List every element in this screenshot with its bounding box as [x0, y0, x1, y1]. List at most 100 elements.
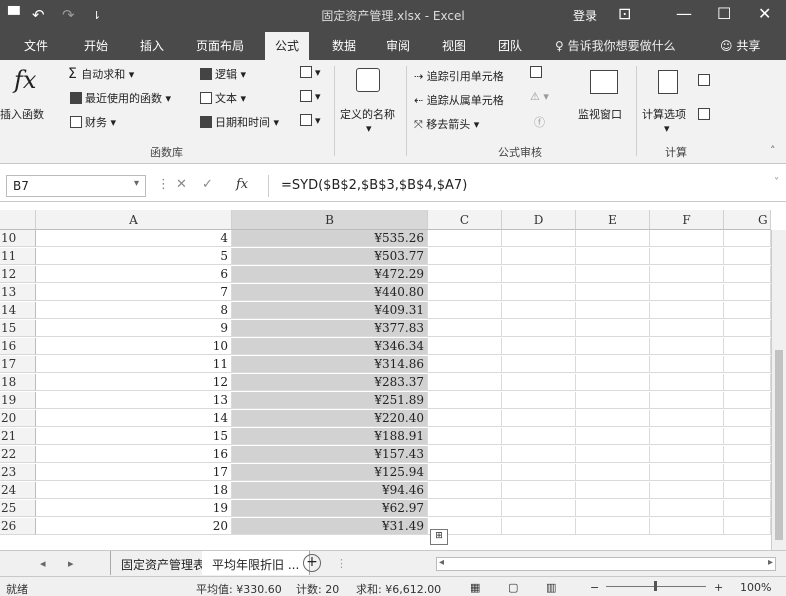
defined-names-button[interactable]: 定义的名称	[340, 106, 395, 122]
page-break-view-icon[interactable]: ▥	[546, 581, 556, 594]
cell[interactable]	[650, 302, 724, 319]
cell[interactable]	[428, 302, 502, 319]
cell[interactable]	[650, 374, 724, 391]
cell[interactable]	[724, 482, 771, 499]
watch-window-button[interactable]: 监视窗口	[578, 106, 622, 122]
cell-a[interactable]: 15	[36, 428, 232, 445]
cell[interactable]	[502, 482, 576, 499]
chevron-down-icon[interactable]: ▾	[134, 178, 139, 189]
cell[interactable]	[724, 320, 771, 337]
add-sheet-icon[interactable]: +	[303, 554, 321, 572]
cell-a[interactable]: 19	[36, 500, 232, 517]
login-link[interactable]: 登录	[573, 7, 597, 24]
cell[interactable]	[502, 518, 576, 535]
share-button[interactable]: ☺ 共享	[720, 37, 760, 54]
tab-insert[interactable]: 插入	[140, 37, 164, 54]
cell[interactable]	[724, 266, 771, 283]
cell[interactable]	[428, 284, 502, 301]
cell-b[interactable]: ¥535.26	[232, 230, 428, 247]
cell[interactable]	[576, 518, 650, 535]
cell-b[interactable]: ¥503.77	[232, 248, 428, 265]
cell[interactable]	[502, 248, 576, 265]
cell[interactable]	[576, 500, 650, 517]
cell-b[interactable]: ¥125.94	[232, 464, 428, 481]
cell[interactable]	[428, 248, 502, 265]
insert-function-button[interactable]: 插入函数	[0, 106, 44, 122]
cell[interactable]	[724, 356, 771, 373]
cell[interactable]	[502, 392, 576, 409]
cell[interactable]	[576, 464, 650, 481]
cell-a[interactable]: 10	[36, 338, 232, 355]
zoom-level[interactable]: 100%	[740, 581, 771, 594]
cell-b[interactable]: ¥409.31	[232, 302, 428, 319]
cell[interactable]	[428, 230, 502, 247]
cell-a[interactable]: 8	[36, 302, 232, 319]
cell[interactable]	[650, 518, 724, 535]
cell[interactable]	[650, 428, 724, 445]
cell[interactable]	[650, 410, 724, 427]
cell-a[interactable]: 5	[36, 248, 232, 265]
cell-a[interactable]: 4	[36, 230, 232, 247]
cell[interactable]	[576, 266, 650, 283]
cell[interactable]	[428, 446, 502, 463]
cell-b[interactable]: ¥377.83	[232, 320, 428, 337]
cell[interactable]	[502, 446, 576, 463]
cell-b[interactable]: ¥283.37	[232, 374, 428, 391]
column-header-a[interactable]: A	[36, 210, 232, 230]
row-header[interactable]: 26	[0, 518, 36, 535]
financial-button[interactable]: 财务 ▾	[70, 114, 116, 130]
next-sheet-icon[interactable]: ▸	[68, 557, 74, 570]
cell[interactable]	[724, 428, 771, 445]
row-header[interactable]: 23	[0, 464, 36, 481]
zoom-slider-thumb[interactable]	[654, 581, 657, 591]
autosum-button[interactable]: Σ 自动求和 ▾	[68, 66, 134, 82]
cell-b[interactable]: ¥31.49	[232, 518, 428, 535]
cell[interactable]	[650, 230, 724, 247]
cell[interactable]	[428, 266, 502, 283]
cell[interactable]	[502, 266, 576, 283]
tab-team[interactable]: 团队	[498, 37, 522, 54]
row-header[interactable]: 19	[0, 392, 36, 409]
cell[interactable]	[576, 320, 650, 337]
zoom-out-icon[interactable]: −	[590, 581, 599, 594]
cell[interactable]	[724, 248, 771, 265]
scroll-right-icon[interactable]: ▸	[768, 557, 773, 568]
restore-icon[interactable]: ☐	[717, 4, 731, 23]
row-header[interactable]: 24	[0, 482, 36, 499]
column-header-d[interactable]: D	[502, 210, 576, 230]
tab-data[interactable]: 数据	[332, 37, 356, 54]
cell[interactable]	[502, 464, 576, 481]
cell[interactable]	[428, 356, 502, 373]
cell-a[interactable]: 9	[36, 320, 232, 337]
cell-a[interactable]: 11	[36, 356, 232, 373]
cell[interactable]	[650, 464, 724, 481]
recent-functions-button[interactable]: 最近使用的函数 ▾	[70, 90, 171, 106]
cell[interactable]	[576, 446, 650, 463]
cell[interactable]	[724, 518, 771, 535]
cell[interactable]	[650, 338, 724, 355]
math-trig-button[interactable]: ▾	[300, 90, 321, 103]
calculation-options-button[interactable]: 计算选项	[642, 106, 686, 122]
cell[interactable]	[724, 500, 771, 517]
minimize-icon[interactable]: —	[676, 4, 692, 23]
row-header[interactable]: 20	[0, 410, 36, 427]
cell[interactable]	[576, 356, 650, 373]
cell[interactable]	[650, 356, 724, 373]
row-header[interactable]: 21	[0, 428, 36, 445]
cell[interactable]	[724, 410, 771, 427]
row-header[interactable]: 12	[0, 266, 36, 283]
vertical-scrollbar[interactable]	[771, 230, 786, 550]
column-header-b[interactable]: B	[232, 210, 428, 230]
cell[interactable]	[502, 500, 576, 517]
cell[interactable]	[502, 338, 576, 355]
column-header-f[interactable]: F	[650, 210, 724, 230]
sheet-tab-straight-line[interactable]: 平均年限折旧 ...	[202, 551, 311, 575]
cell[interactable]	[576, 374, 650, 391]
cell-b[interactable]: ¥62.97	[232, 500, 428, 517]
horizontal-scrollbar[interactable]: ◂ ▸	[436, 557, 776, 571]
cell-a[interactable]: 13	[36, 392, 232, 409]
cell-a[interactable]: 14	[36, 410, 232, 427]
error-checking-button[interactable]: ⚠ ▾	[530, 90, 549, 103]
row-header[interactable]: 25	[0, 500, 36, 517]
cell[interactable]	[650, 248, 724, 265]
